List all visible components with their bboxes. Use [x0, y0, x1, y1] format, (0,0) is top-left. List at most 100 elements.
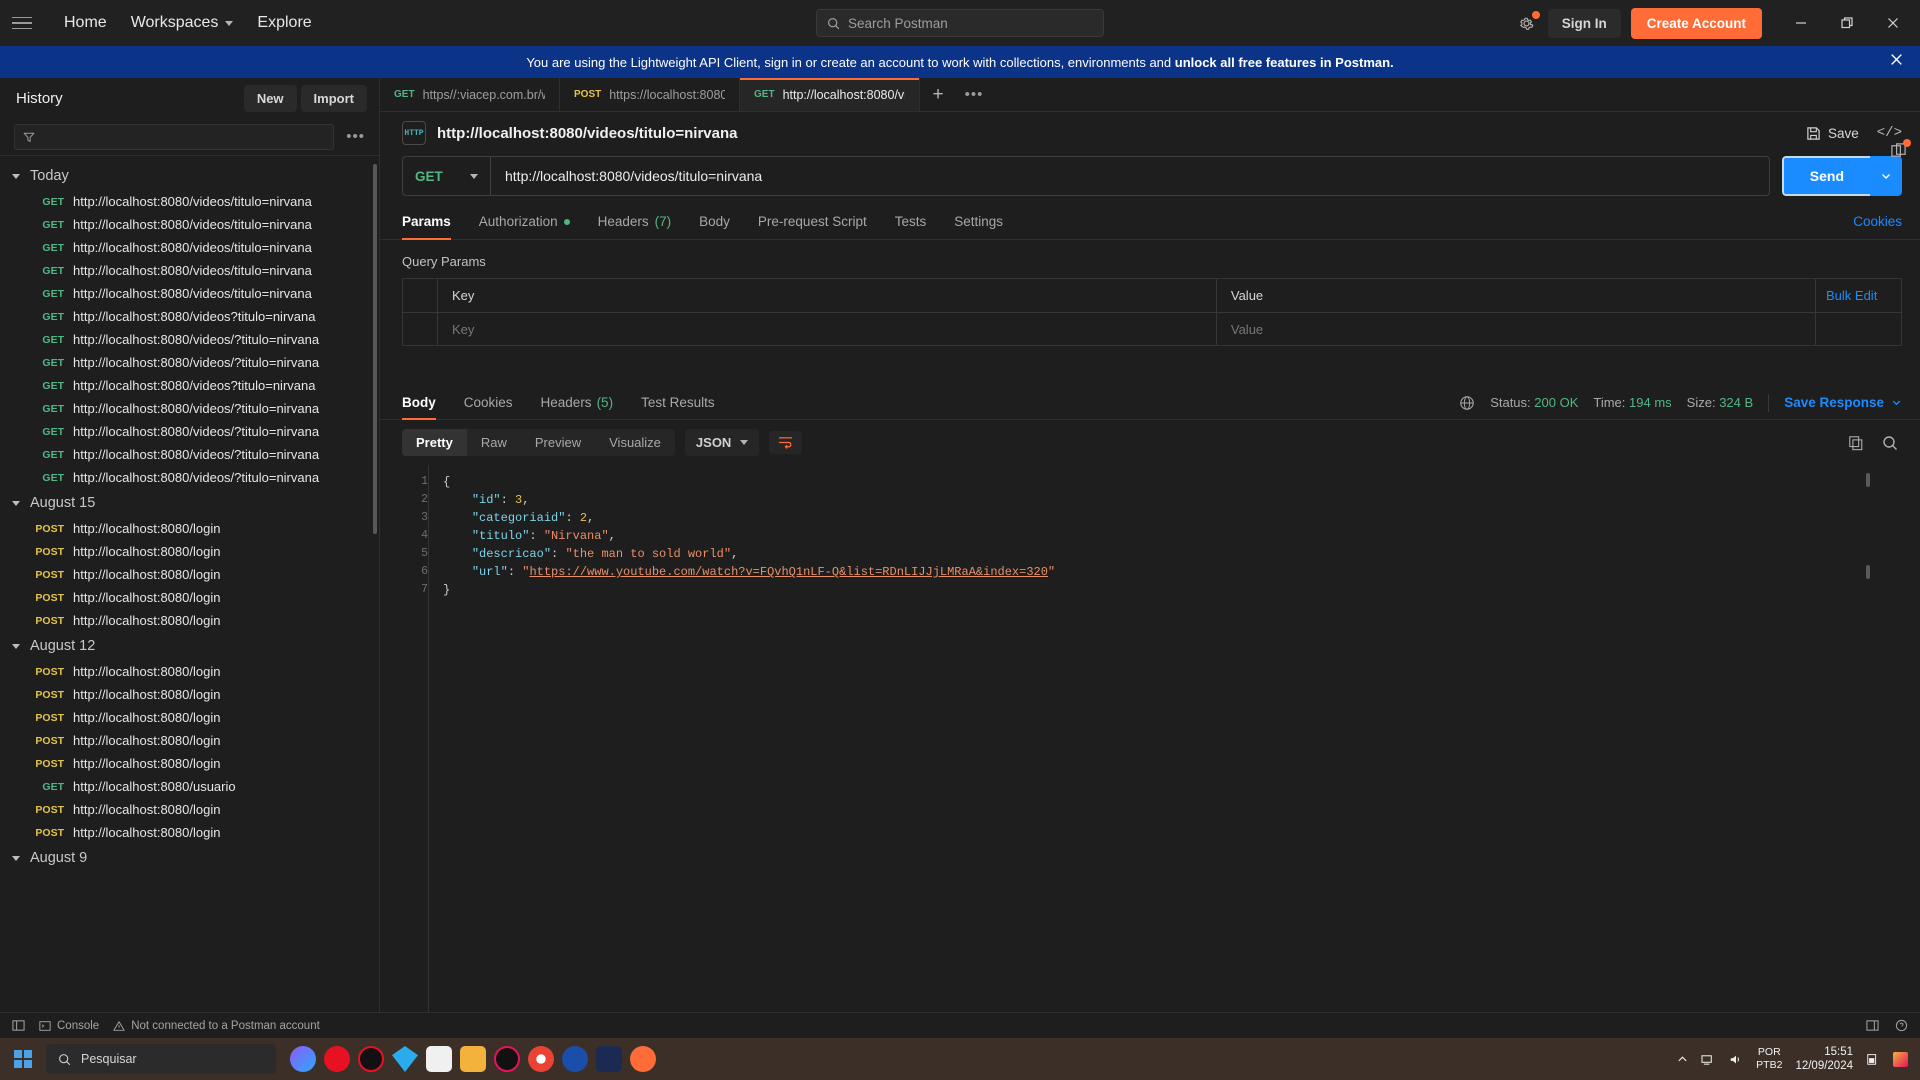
history-filter-input[interactable] — [14, 123, 335, 150]
tab-more-icon[interactable]: ••• — [956, 78, 992, 111]
language-indicator[interactable]: POR PTB2 — [1756, 1046, 1782, 1072]
hamburger-icon[interactable] — [12, 16, 32, 30]
volume-icon[interactable] — [1729, 1053, 1743, 1066]
table-row[interactable]: Key Value — [403, 312, 1901, 345]
nav-explore[interactable]: Explore — [247, 8, 321, 38]
sidebar-scrollbar[interactable] — [373, 164, 377, 534]
edge-icon[interactable] — [562, 1046, 588, 1072]
panel-icon[interactable] — [1866, 1019, 1879, 1032]
clock[interactable]: 15:51 12/09/2024 — [1795, 1045, 1853, 1073]
list-item[interactable]: GET http://localhost:8080/videos?titulo=n… — [0, 374, 379, 397]
request-tab-3[interactable]: GET http://localhost:8080/vid — [740, 78, 920, 111]
list-item[interactable]: POST http://localhost:8080/login — [0, 660, 379, 683]
search-input[interactable]: Search Postman — [816, 9, 1104, 37]
browser-icon[interactable] — [358, 1046, 384, 1072]
view-mode-preview[interactable]: Preview — [521, 429, 595, 456]
maximize-button[interactable] — [1824, 1, 1870, 45]
request-tab-2[interactable]: POST https://localhost:8080/v — [560, 78, 740, 111]
list-item[interactable]: POST http://localhost:8080/login — [0, 821, 379, 844]
close-button[interactable] — [1870, 1, 1916, 45]
response-json-code[interactable]: { "id": 3, "categoriaid": 2, "titulo": "… — [428, 465, 1920, 1012]
tab-params[interactable]: Params — [402, 204, 465, 240]
list-item[interactable]: GET http://localhost:8080/videos/titulo=n… — [0, 236, 379, 259]
response-format-select[interactable]: JSON — [684, 429, 760, 456]
list-item[interactable]: GET http://localhost:8080/videos/titulo=n… — [0, 259, 379, 282]
tab-settings[interactable]: Settings — [940, 204, 1017, 239]
response-tab-body[interactable]: Body — [402, 386, 450, 420]
tab-body[interactable]: Body — [685, 204, 744, 239]
cookies-link[interactable]: Cookies — [1853, 214, 1902, 229]
list-item[interactable]: POST http://localhost:8080/login — [0, 729, 379, 752]
create-account-button[interactable]: Create Account — [1630, 7, 1762, 39]
history-group-header[interactable]: Today — [0, 162, 379, 190]
layout-toggle-button[interactable] — [12, 1019, 25, 1032]
response-tab-test-results[interactable]: Test Results — [627, 386, 729, 419]
chevron-up-icon[interactable] — [1677, 1054, 1688, 1065]
url-input[interactable]: http://localhost:8080/videos/titulo=nirv… — [491, 157, 1769, 195]
bulk-edit-button[interactable]: Bulk Edit — [1816, 279, 1901, 312]
tab-headers[interactable]: Headers (7) — [584, 204, 686, 239]
list-item[interactable]: GET http://localhost:8080/videos/?titulo=… — [0, 420, 379, 443]
windows-start-icon[interactable] — [0, 1049, 46, 1069]
network-icon[interactable] — [1701, 1053, 1716, 1066]
chrome-icon[interactable] — [528, 1046, 554, 1072]
word-wrap-button[interactable] — [769, 431, 803, 454]
list-item[interactable]: POST http://localhost:8080/login — [0, 706, 379, 729]
copilot-icon[interactable] — [290, 1046, 316, 1072]
telegram-icon[interactable] — [392, 1046, 418, 1072]
vscode-icon[interactable] — [596, 1046, 622, 1072]
banner-close-button[interactable] — [1889, 52, 1904, 72]
globe-icon[interactable] — [1459, 395, 1475, 411]
taskbar-search-input[interactable]: Pesquisar — [46, 1044, 276, 1074]
copy-icon[interactable] — [1848, 435, 1864, 451]
method-select[interactable]: GET — [403, 157, 491, 195]
history-list[interactable]: Today GET http://localhost:8080/videos/tit… — [0, 156, 379, 1012]
plus-icon[interactable]: + — [920, 78, 956, 111]
history-group-header[interactable]: August 15 — [0, 489, 379, 517]
tab-tests[interactable]: Tests — [881, 204, 941, 239]
files-icon[interactable] — [460, 1046, 486, 1072]
nav-workspaces[interactable]: Workspaces — [121, 8, 244, 38]
save-response-button[interactable]: Save Response — [1784, 395, 1902, 410]
view-mode-pretty[interactable]: Pretty — [402, 429, 467, 456]
store-icon[interactable] — [426, 1046, 452, 1072]
import-button[interactable]: Import — [300, 84, 367, 112]
history-group-header[interactable]: August 9 — [0, 844, 379, 872]
view-mode-raw[interactable]: Raw — [467, 429, 521, 456]
request-tab-1[interactable]: GET https//:viacep.com.br/ws/ — [380, 78, 560, 111]
list-item[interactable]: GET http://localhost:8080/videos/titulo=n… — [0, 190, 379, 213]
list-item[interactable]: GET http://localhost:8080/videos/?titulo=… — [0, 443, 379, 466]
response-tab-cookies[interactable]: Cookies — [450, 386, 527, 419]
list-item[interactable]: GET http://localhost:8080/videos/?titulo=… — [0, 351, 379, 374]
postman-icon[interactable] — [630, 1046, 656, 1072]
tab-authorization[interactable]: Authorization — [465, 204, 584, 239]
vivaldi-icon[interactable] — [494, 1046, 520, 1072]
minimize-button[interactable] — [1778, 1, 1824, 45]
list-item[interactable]: GET http://localhost:8080/videos/?titulo=… — [0, 328, 379, 351]
list-item[interactable]: GET http://localhost:8080/videos/?titulo=… — [0, 466, 379, 489]
list-item[interactable]: GET http://localhost:8080/videos/titulo=n… — [0, 213, 379, 236]
list-item[interactable]: GET http://localhost:8080/videos/titulo=n… — [0, 282, 379, 305]
nav-home[interactable]: Home — [54, 8, 117, 38]
param-value-input[interactable]: Value — [1217, 313, 1816, 345]
new-button[interactable]: New — [243, 84, 297, 112]
account-status[interactable]: Not connected to a Postman account — [113, 1020, 320, 1032]
sidebar-more-icon[interactable]: ••• — [342, 128, 369, 145]
list-item[interactable]: POST http://localhost:8080/login — [0, 517, 379, 540]
battery-icon[interactable] — [1866, 1052, 1880, 1066]
code-snippet-button[interactable] — [1890, 139, 1911, 164]
list-item[interactable]: POST http://localhost:8080/login — [0, 540, 379, 563]
tab-pre-request-script[interactable]: Pre-request Script — [744, 204, 881, 239]
search-icon[interactable] — [1882, 435, 1898, 451]
list-item[interactable]: GET http://localhost:8080/usuario — [0, 775, 379, 798]
list-item[interactable]: POST http://localhost:8080/login — [0, 683, 379, 706]
view-mode-visualize[interactable]: Visualize — [595, 429, 675, 456]
sign-in-button[interactable]: Sign In — [1547, 8, 1621, 38]
list-item[interactable]: POST http://localhost:8080/login — [0, 586, 379, 609]
list-item[interactable]: POST http://localhost:8080/login — [0, 752, 379, 775]
console-button[interactable]: Console — [39, 1020, 99, 1032]
row-checkbox-cell[interactable] — [403, 313, 438, 345]
tray-icon[interactable] — [1893, 1051, 1908, 1067]
history-group-header[interactable]: August 12 — [0, 632, 379, 660]
list-item[interactable]: POST http://localhost:8080/login — [0, 798, 379, 821]
